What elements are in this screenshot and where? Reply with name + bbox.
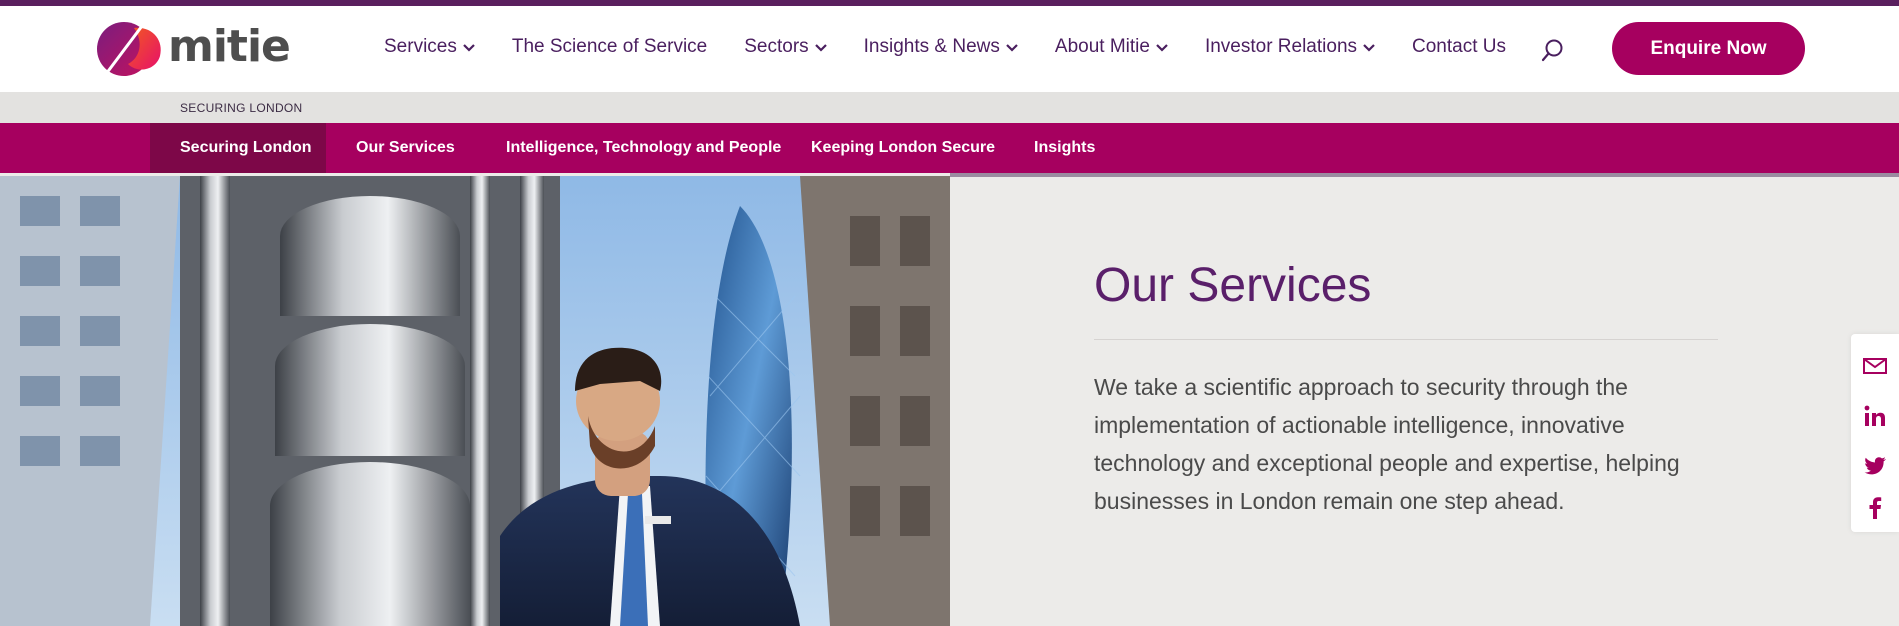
twitter-icon[interactable]	[1863, 454, 1887, 478]
hero-top-strip	[950, 173, 1899, 177]
nav-item-label: Insights & News	[863, 36, 1000, 57]
main-nav: Services The Science of Service Sectors …	[384, 36, 1506, 58]
nav-item-services[interactable]: Services	[384, 36, 475, 58]
facebook-icon[interactable]	[1863, 496, 1887, 520]
page-title: Our Services	[1094, 259, 1372, 312]
section-subnav: Securing London Our Services Intelligenc…	[0, 123, 1899, 173]
nav-item-contact-us[interactable]: Contact Us	[1412, 36, 1506, 58]
nav-item-investor-relations[interactable]: Investor Relations	[1205, 36, 1375, 58]
search-icon[interactable]	[1541, 38, 1565, 64]
logo-mark-icon	[97, 22, 161, 76]
logo-wordmark: mitie	[168, 20, 291, 72]
nav-item-label: Sectors	[744, 36, 809, 57]
subnav-item-securing-london[interactable]: Securing London	[150, 123, 326, 173]
nav-item-label: Services	[384, 36, 457, 57]
chevron-down-icon	[1363, 44, 1375, 52]
main-content: Our Services We take a scientific approa…	[1094, 258, 1718, 520]
nav-item-label: Contact Us	[1412, 36, 1506, 57]
site-header: mitie Services The Science of Service Se…	[0, 6, 1899, 92]
nav-item-about-mitie[interactable]: About Mitie	[1055, 36, 1168, 58]
nav-item-science-of-service[interactable]: The Science of Service	[512, 36, 707, 58]
nav-item-label: About Mitie	[1054, 36, 1150, 57]
enquire-now-button[interactable]: Enquire Now	[1612, 22, 1805, 75]
intro-description: We take a scientific approach to securit…	[1094, 374, 1680, 514]
email-icon[interactable]	[1863, 354, 1887, 378]
mitie-logo[interactable]: mitie	[94, 18, 304, 80]
linkedin-icon[interactable]	[1863, 404, 1887, 428]
title-divider	[1094, 339, 1718, 340]
subnav-item-intelligence-technology-people[interactable]: Intelligence, Technology and People	[506, 123, 781, 173]
subnav-item-insights[interactable]: Insights	[1034, 123, 1095, 173]
chevron-down-icon	[463, 44, 475, 52]
nav-item-label: The Science of Service	[511, 36, 708, 57]
chevron-down-icon	[814, 44, 827, 52]
nav-item-insights-news[interactable]: Insights & News	[864, 36, 1018, 58]
breadcrumb-bar: SECURING LONDON	[0, 92, 1899, 123]
chevron-down-icon	[1006, 44, 1018, 52]
nav-item-sectors[interactable]: Sectors	[744, 36, 827, 58]
security-officer-city-photo	[0, 176, 950, 626]
subnav-item-our-services[interactable]: Our Services	[356, 123, 455, 173]
breadcrumb[interactable]: SECURING LONDON	[180, 101, 303, 115]
nav-item-label: Investor Relations	[1204, 36, 1358, 57]
chevron-down-icon	[1156, 44, 1168, 52]
social-share-bar	[1851, 334, 1899, 532]
hero-image	[0, 176, 950, 626]
subnav-item-keeping-london-secure[interactable]: Keeping London Secure	[811, 123, 995, 173]
